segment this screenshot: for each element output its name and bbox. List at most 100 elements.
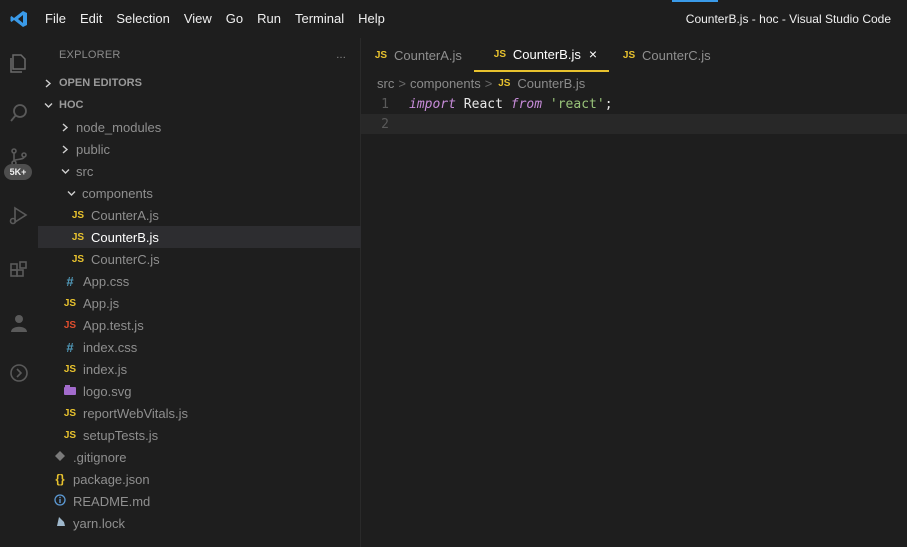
javascript-file-icon: JS: [63, 407, 77, 419]
javascript-file-icon: JS: [622, 49, 636, 61]
editor-tabs: JS CounterA.js JS CounterB.js × JS Count…: [361, 38, 907, 72]
tree-folder-src[interactable]: src: [38, 160, 380, 182]
tree-item-label: index.js: [83, 361, 128, 377]
run-debug-icon[interactable]: [0, 196, 38, 234]
editor-area: JS CounterA.js JS CounterB.js × JS Count…: [361, 38, 907, 547]
line-number: 1: [381, 96, 389, 112]
chevron-down-icon: [41, 101, 55, 110]
tree-file-counterc[interactable]: JS CounterC.js: [38, 248, 392, 270]
json-file-icon: {}: [55, 472, 65, 486]
explorer-more-actions[interactable]: ...: [336, 49, 346, 61]
tree-item-label: reportWebVitals.js: [83, 405, 189, 421]
project-folder-label: HOC: [59, 99, 84, 111]
open-editors-label: OPEN EDITORS: [59, 77, 142, 89]
git-diamond-icon: [52, 450, 68, 464]
tree-file-app-test-js[interactable]: JS App.test.js: [38, 314, 384, 336]
css-file-icon: #: [66, 339, 74, 355]
tree-item-label: README.md: [73, 493, 151, 509]
info-circle-icon: [52, 493, 68, 509]
chevron-right-icon: [58, 122, 72, 132]
tab-counterb[interactable]: JS CounterB.js ×: [473, 38, 610, 72]
menu-edit[interactable]: Edit: [73, 0, 109, 38]
javascript-file-icon: JS: [71, 209, 85, 221]
code-line-current: 2: [361, 114, 907, 134]
tree-file-counterb[interactable]: JS CounterB.js: [38, 226, 392, 248]
menu-run[interactable]: Run: [250, 0, 288, 38]
tree-item-label: CounterC.js: [91, 251, 160, 267]
tree-folder-public[interactable]: public: [38, 138, 380, 160]
css-file-icon: #: [66, 273, 74, 289]
yarn-lock-icon: [52, 516, 68, 530]
breadcrumb-components[interactable]: components: [410, 76, 481, 91]
line-number: 2: [381, 116, 389, 132]
breadcrumb-file[interactable]: CounterB.js: [517, 76, 585, 91]
tree-item-label: .gitignore: [73, 449, 127, 465]
breadcrumb-src[interactable]: src: [377, 76, 394, 91]
tree-item-label: App.css: [83, 273, 130, 289]
title-bar: File Edit Selection View Go Run Terminal…: [0, 0, 907, 38]
menu-file[interactable]: File: [38, 0, 73, 38]
menu-view[interactable]: View: [177, 0, 219, 38]
window-title: CounterB.js - hoc - Visual Studio Code: [685, 12, 891, 26]
close-tab-icon[interactable]: ×: [589, 46, 597, 62]
tree-item-label: logo.svg: [83, 383, 132, 399]
extensions-icon[interactable]: [0, 252, 38, 290]
code-identifier: React: [463, 96, 503, 112]
menu-terminal[interactable]: Terminal: [288, 0, 351, 38]
explorer-title: EXPLORER: [59, 49, 121, 61]
tree-file-reportwebvitals[interactable]: JS reportWebVitals.js: [38, 402, 384, 424]
source-control-badge: 5K+: [4, 164, 32, 180]
breadcrumb-separator: >: [398, 75, 406, 91]
tree-folder-node-modules[interactable]: node_modules: [38, 116, 380, 138]
menu-selection[interactable]: Selection: [109, 0, 176, 38]
tab-counterc[interactable]: JS CounterC.js: [609, 38, 723, 72]
tree-file-readme[interactable]: README.md: [38, 490, 374, 512]
javascript-file-icon: JS: [374, 49, 388, 61]
test-javascript-file-icon: JS: [63, 319, 77, 331]
menu-bar: File Edit Selection View Go Run Terminal…: [38, 0, 392, 38]
tree-file-setuptests[interactable]: JS setupTests.js: [38, 424, 384, 446]
tree-file-logo-svg[interactable]: logo.svg: [38, 380, 384, 402]
search-icon[interactable]: [0, 94, 38, 132]
project-folder-hoc[interactable]: HOC: [38, 94, 363, 116]
code-editor[interactable]: 1 import React from 'react' ; 2: [361, 94, 907, 134]
tree-item-label: yarn.lock: [73, 515, 126, 531]
code-keyword: import: [409, 96, 456, 112]
tree-file-index-js[interactable]: JS index.js: [38, 358, 384, 380]
menu-go[interactable]: Go: [219, 0, 250, 38]
code-string: 'react': [549, 96, 605, 112]
open-editors-section[interactable]: OPEN EDITORS: [38, 72, 363, 94]
tab-countera[interactable]: JS CounterA.js: [361, 38, 474, 72]
menu-help[interactable]: Help: [351, 0, 392, 38]
javascript-file-icon: JS: [63, 297, 77, 309]
tree-file-package-json[interactable]: {} package.json: [38, 468, 374, 490]
tree-item-label: App.js: [83, 295, 120, 311]
tree-file-countera[interactable]: JS CounterA.js: [38, 204, 392, 226]
tab-label: CounterA.js: [394, 47, 462, 63]
chevron-right-icon: [41, 78, 55, 88]
tree-file-index-css[interactable]: # index.css: [38, 336, 384, 358]
javascript-file-icon: JS: [493, 48, 507, 60]
explorer-icon[interactable]: [0, 44, 38, 82]
tree-item-label: setupTests.js: [83, 427, 159, 443]
tree-item-label: App.test.js: [83, 317, 144, 333]
account-person-icon[interactable]: [0, 304, 38, 342]
tree-file-app-js[interactable]: JS App.js: [38, 292, 384, 314]
javascript-file-icon: JS: [63, 429, 77, 441]
code-keyword: from: [510, 96, 543, 112]
javascript-file-icon: JS: [71, 231, 85, 243]
tree-file-yarn-lock[interactable]: yarn.lock: [38, 512, 374, 534]
tree-folder-components[interactable]: components: [38, 182, 382, 204]
tree-item-label: index.css: [83, 339, 138, 355]
code-line: 1 import React from 'react' ;: [361, 94, 907, 114]
tree-file-app-css[interactable]: # App.css: [38, 270, 384, 292]
chevron-down-icon: [58, 167, 72, 176]
chevron-right-icon: [58, 144, 72, 154]
tree-file-gitignore[interactable]: .gitignore: [38, 446, 374, 468]
javascript-file-icon: JS: [498, 77, 511, 89]
chevron-down-icon: [64, 189, 78, 198]
tree-item-label: src: [76, 163, 94, 179]
explorer-sidebar: EXPLORER ... OPEN EDITORS HOC node_modul…: [38, 38, 392, 547]
remote-explorer-icon[interactable]: [0, 354, 38, 392]
code-punctuation: ;: [604, 96, 613, 112]
